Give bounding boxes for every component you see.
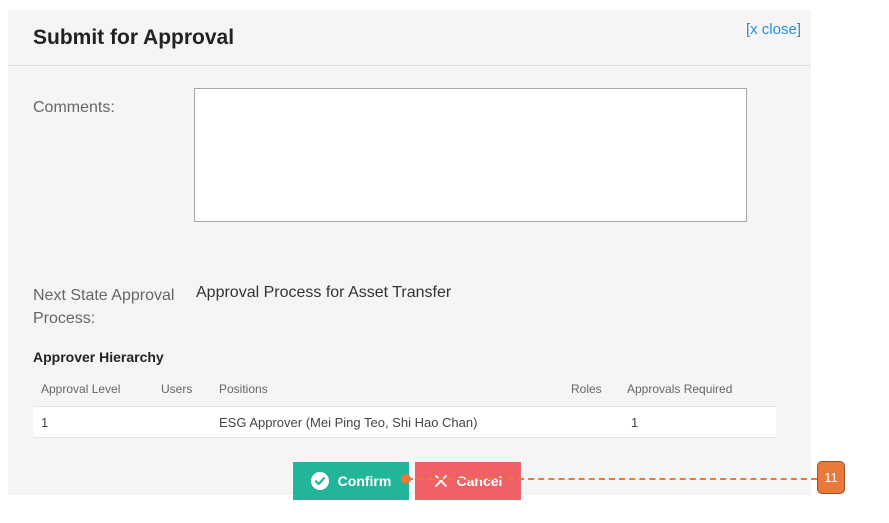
cancel-label: Cancel xyxy=(456,473,503,489)
cell-positions: ESG Approver (Mei Ping Teo, Shi Hao Chan… xyxy=(219,415,478,430)
close-icon xyxy=(434,474,448,488)
cancel-button[interactable]: Cancel xyxy=(415,462,521,500)
submit-approval-dialog: Submit for Approval [x close] Comments: … xyxy=(8,10,811,495)
next-state-label: Next State Approval Process: xyxy=(33,287,175,327)
comments-textarea[interactable] xyxy=(194,88,747,222)
column-header-users: Users xyxy=(161,382,193,396)
annotation-pointer-line xyxy=(407,478,817,480)
next-state-value: Approval Process for Asset Transfer xyxy=(196,284,452,301)
annotation-pointer-dot xyxy=(401,474,411,484)
table-header: Approval Level Users Positions Roles App… xyxy=(33,376,776,406)
cell-approval-level: 1 xyxy=(41,415,49,430)
dialog-header: Submit for Approval [x close] xyxy=(8,10,811,66)
table-row: 1 ESG Approver (Mei Ping Teo, Shi Hao Ch… xyxy=(33,406,776,438)
approver-hierarchy-table: Approval Level Users Positions Roles App… xyxy=(33,376,776,438)
column-header-approvals-required: Approvals Required xyxy=(627,382,733,396)
check-circle-icon xyxy=(310,472,329,490)
close-link[interactable]: [x close] xyxy=(746,21,801,38)
column-header-roles: Roles xyxy=(571,382,602,396)
annotation-badge: 11 xyxy=(817,461,845,494)
column-header-approval-level: Approval Level xyxy=(41,382,121,396)
confirm-button[interactable]: Confirm xyxy=(293,462,409,500)
comments-label: Comments: xyxy=(33,99,115,116)
dialog-title: Submit for Approval xyxy=(33,26,235,49)
approver-hierarchy-title: Approver Hierarchy xyxy=(33,349,164,365)
column-header-positions: Positions xyxy=(219,382,268,396)
confirm-label: Confirm xyxy=(337,473,392,489)
cell-approvals-required: 1 xyxy=(631,415,639,430)
